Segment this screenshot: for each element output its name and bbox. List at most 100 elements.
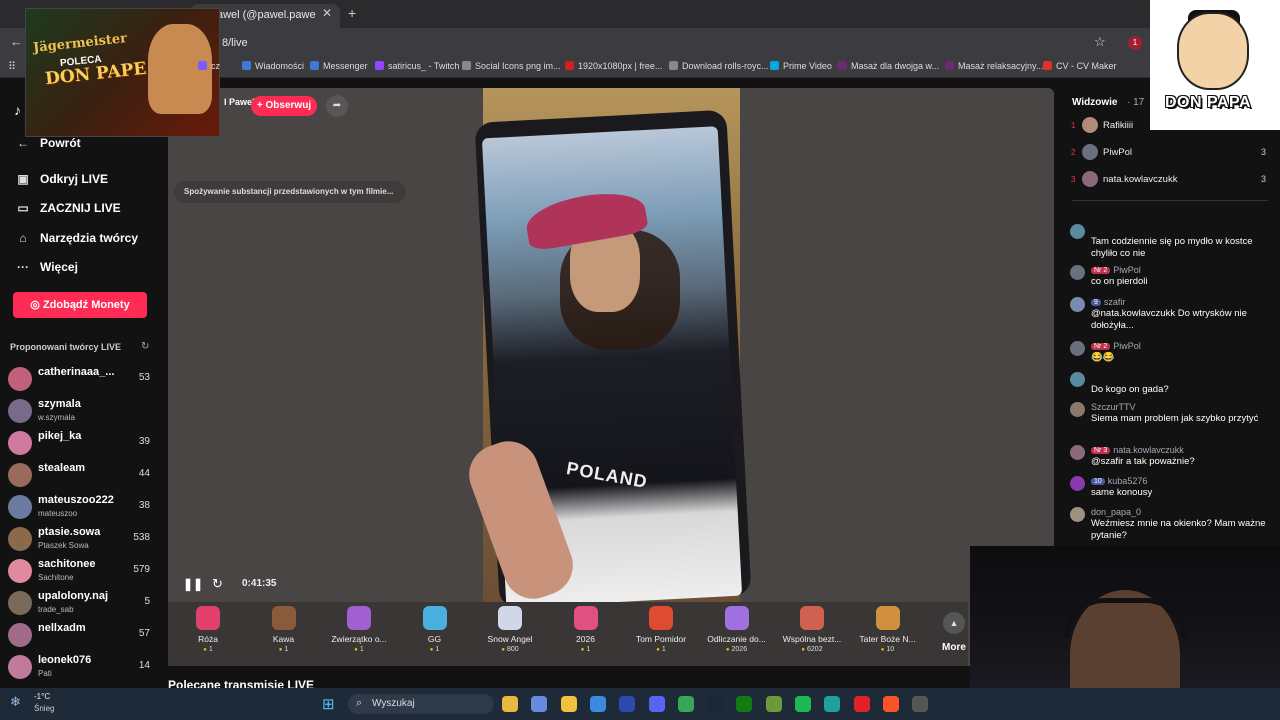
chat-text: Siema mam problem jak szybko przytyć <box>1091 413 1259 424</box>
bookmark-item[interactable]: 1920x1080px | free... <box>565 61 662 71</box>
gift-item[interactable]: Snow Angel 800 <box>475 606 545 653</box>
bookmark-item[interactable]: Social Icons png im... <box>462 61 561 71</box>
gift-item[interactable]: GG 1 <box>400 606 470 653</box>
pause-icon[interactable]: ❚❚ <box>183 577 203 591</box>
get-coins-button[interactable]: ◎ Zdobądź Monety <box>13 292 147 318</box>
bookmark-item[interactable]: Messenger <box>310 61 368 71</box>
discord-icon[interactable] <box>648 696 665 712</box>
minecraft-icon[interactable] <box>765 696 782 712</box>
nav-item[interactable]: ⌂ Narzędzia twórcy <box>14 231 138 245</box>
bookmark-item[interactable]: Wiadomości <box>242 61 304 71</box>
gift-item[interactable]: Odliczanie do... 2026 <box>702 606 772 653</box>
brave-icon[interactable] <box>882 696 899 712</box>
nav-item[interactable]: ▣ Odkryj LIVE <box>14 172 108 186</box>
viewer-count: 38 <box>138 500 150 511</box>
viewers-title[interactable]: Widzowie <box>1072 97 1117 108</box>
tiktok-logo-icon[interactable]: ♪ <box>14 102 21 118</box>
apps-grid-icon[interactable]: ⠿ <box>8 60 16 73</box>
creator-item[interactable]: upalolony.naj trade_sab 5 <box>8 588 156 618</box>
viewer-count: 579 <box>133 564 150 575</box>
gift-item[interactable]: Tater Boże N... 10 <box>853 606 923 653</box>
nav-item[interactable]: ··· Więcej <box>14 260 78 274</box>
gift-item[interactable]: Wspólna bezt... 6202 <box>777 606 847 653</box>
viewer-row[interactable]: 3 nata.kowlavczukk 3 <box>1070 171 1270 191</box>
nav-item[interactable]: ▭ ZACZNIJ LIVE <box>14 201 120 215</box>
username-text: PiwPol <box>1113 265 1141 275</box>
content-disclaimer[interactable]: Spożywanie substancji przedstawionych w … <box>174 181 406 203</box>
gift-item[interactable]: Róża 1 <box>173 606 243 653</box>
creator-item[interactable]: nellxadm 57 <box>8 620 156 650</box>
gift-price: 1 <box>400 646 470 653</box>
gift-item[interactable]: Kawa 1 <box>249 606 319 653</box>
avatar <box>1070 297 1085 312</box>
gift-item[interactable]: 2026 1 <box>551 606 621 653</box>
host-name[interactable]: l Pawel <box>224 97 255 107</box>
creator-item[interactable]: catherinaaa_... 53 <box>8 364 156 394</box>
bookmark-item[interactable]: CV - CV Maker <box>1043 61 1117 71</box>
extension-icon[interactable]: 1 <box>1128 36 1142 50</box>
bookmark-item[interactable]: Prime Video <box>770 61 832 71</box>
app-l-icon[interactable] <box>619 696 636 712</box>
avatar <box>8 623 32 647</box>
store-icon[interactable] <box>589 696 606 712</box>
bookmark-item[interactable]: cz <box>198 61 220 71</box>
creator-item[interactable]: pikej_ka 39 <box>8 428 156 458</box>
gift-item[interactable]: Zwierzątko o... 1 <box>324 606 394 653</box>
opera-icon[interactable] <box>853 696 870 712</box>
windows-start-icon[interactable]: ⊞ <box>322 695 335 713</box>
gift-price: 1 <box>173 646 243 653</box>
tiktok-live-icon[interactable] <box>824 696 841 712</box>
creator-item[interactable]: stealeam 44 <box>8 460 156 490</box>
taskbar-search[interactable] <box>348 694 494 714</box>
bookmark-icon <box>242 61 251 70</box>
nav-label: Więcej <box>40 260 78 274</box>
refresh-icon[interactable]: ↻ <box>141 341 149 352</box>
follow-button[interactable]: + Obserwuj <box>251 96 317 116</box>
gift-item[interactable]: Tom Pomidor 1 <box>626 606 696 653</box>
chrome-icon[interactable] <box>677 696 694 712</box>
reload-icon[interactable]: ↻ <box>212 576 223 592</box>
chat-text: Do kogo on gada? <box>1091 384 1169 395</box>
xbox-icon[interactable] <box>736 696 753 712</box>
bookmark-item[interactable]: satiricus_ - Twitch <box>375 61 459 71</box>
chevron-up-icon[interactable]: ▲ <box>943 612 965 634</box>
creator-item[interactable]: sachitonee Sachitone 579 <box>8 556 156 586</box>
gift-icon <box>573 606 598 630</box>
close-icon[interactable]: ✕ <box>322 6 332 20</box>
creator-name: upalolony.naj <box>38 590 109 602</box>
weather-icon[interactable]: ❄ <box>10 694 21 710</box>
avatar <box>8 399 32 423</box>
star-icon[interactable]: ☆ <box>1094 34 1106 50</box>
viewer-row[interactable]: 1 Rafikiiii <box>1070 117 1270 137</box>
gift-price: 1 <box>249 646 319 653</box>
share-icon[interactable]: ➦ <box>326 95 348 117</box>
new-tab-button[interactable]: + <box>348 5 356 21</box>
chat-text: @szafir a tak poważnie? <box>1091 456 1195 467</box>
creator-name: sachitonee <box>38 558 96 570</box>
bookmark-item[interactable]: Download rolls-royc... <box>669 61 769 71</box>
media-icon[interactable] <box>912 696 929 712</box>
steam-icon[interactable] <box>707 696 724 712</box>
avatar <box>8 463 32 487</box>
file-explorer-icon[interactable] <box>502 696 518 712</box>
viewer-row[interactable]: 2 PiwPol 3 <box>1070 144 1270 164</box>
copilot-icon[interactable] <box>531 696 548 712</box>
gift-icon <box>649 606 673 630</box>
more-gifts-button[interactable]: More <box>942 642 966 653</box>
back-arrow-icon[interactable]: ← <box>10 34 23 49</box>
creator-name: szymala <box>38 398 81 410</box>
creator-subtitle: Sachitone <box>38 573 74 582</box>
nav-item[interactable]: ← Powrót <box>14 136 81 150</box>
creator-item[interactable]: leonek076 Pati 14 <box>8 652 156 682</box>
bookmark-item[interactable]: Masaż relaksacyjny... <box>945 61 1043 71</box>
creator-item[interactable]: szymala w.szymala <box>8 396 156 426</box>
creator-item[interactable]: ptasie.sowa Ptaszek Sowa 538 <box>8 524 156 554</box>
bookmark-item[interactable]: Masaż dla dwojga w... <box>838 61 939 71</box>
username-text: kuba5276 <box>1107 476 1148 486</box>
creator-item[interactable]: mateuszoo222 mateuszoo 38 <box>8 492 156 522</box>
spotify-icon[interactable] <box>795 696 811 712</box>
nav-icon: ▣ <box>17 172 29 186</box>
url-field[interactable]: 8/live <box>222 37 248 49</box>
folder-icon[interactable] <box>560 696 577 712</box>
bookmark-icon <box>375 61 384 70</box>
